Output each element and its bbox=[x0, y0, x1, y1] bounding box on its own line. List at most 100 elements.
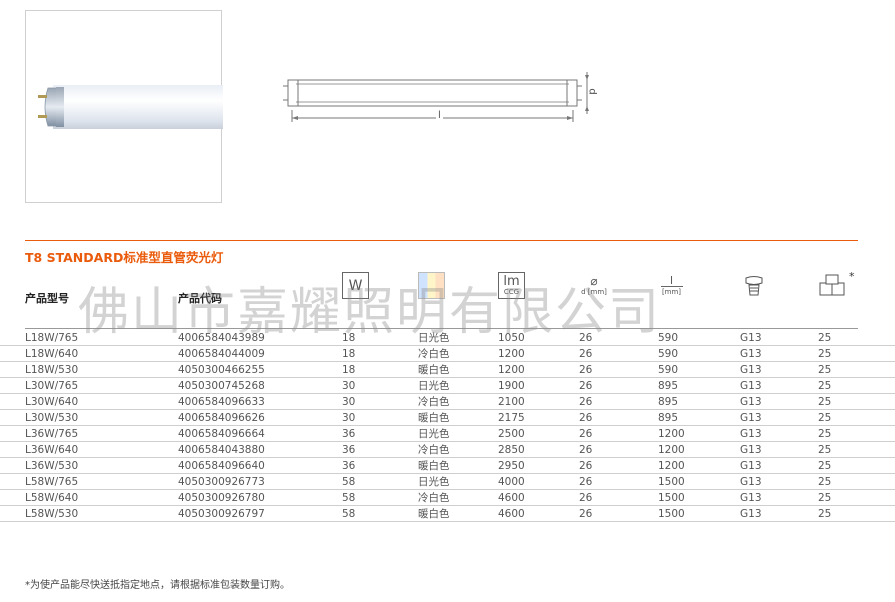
cell-watt: 18 bbox=[342, 364, 356, 376]
cell-lumen: 2950 bbox=[498, 460, 525, 472]
cell-pack: 25 bbox=[818, 444, 832, 456]
cell-d: 26 bbox=[579, 364, 593, 376]
header-rule bbox=[25, 328, 858, 329]
cell-code: 4006584096640 bbox=[178, 460, 265, 472]
cell-base: G13 bbox=[740, 364, 762, 376]
cell-base: G13 bbox=[740, 428, 762, 440]
cell-l: 1200 bbox=[658, 444, 685, 456]
cell-pack: 25 bbox=[818, 492, 832, 504]
table-row: L58W/765 4050300926773 58 日光色 4000 26 1500 G13 2… bbox=[0, 474, 895, 490]
length-icon: l [mm] bbox=[658, 272, 685, 299]
table-row: L36W/530 4006584096640 36 暖白色 2950 26 1200 G13 2… bbox=[0, 458, 895, 474]
cell-pack: 25 bbox=[818, 460, 832, 472]
cell-code: 4050300466255 bbox=[178, 364, 265, 376]
cell-model: L18W/765 bbox=[25, 332, 79, 344]
cell-code: 4006584096626 bbox=[178, 412, 265, 424]
diameter-icon: ⌀ d [mm] bbox=[579, 272, 609, 299]
cell-code: 4006584096664 bbox=[178, 428, 265, 440]
base-icon bbox=[740, 272, 767, 299]
cell-code: 4006584043989 bbox=[178, 332, 265, 344]
cell-pack: 25 bbox=[818, 396, 832, 408]
cell-model: L36W/530 bbox=[25, 460, 79, 472]
cell-d: 26 bbox=[579, 396, 593, 408]
package-icon bbox=[818, 272, 845, 299]
cell-d: 26 bbox=[579, 332, 593, 344]
product-photo bbox=[25, 10, 223, 203]
table-row: L18W/530 4050300466255 18 暖白色 1200 26 590 G13 25 bbox=[0, 362, 895, 378]
cell-color: 日光色 bbox=[418, 332, 450, 344]
cell-watt: 36 bbox=[342, 444, 356, 456]
cell-color: 暖白色 bbox=[418, 364, 450, 376]
cell-d: 26 bbox=[579, 444, 593, 456]
cell-d: 26 bbox=[579, 476, 593, 488]
cell-d: 26 bbox=[579, 492, 593, 504]
cell-model: L18W/640 bbox=[25, 348, 79, 360]
cell-lumen: 1900 bbox=[498, 380, 525, 392]
cell-model: L18W/530 bbox=[25, 364, 79, 376]
header-model: 产品型号 bbox=[25, 292, 69, 305]
cell-l: 1200 bbox=[658, 428, 685, 440]
cell-code: 4006584096633 bbox=[178, 396, 265, 408]
cell-base: G13 bbox=[740, 396, 762, 408]
length-symbol: l bbox=[660, 275, 683, 287]
package-footnote-mark: * bbox=[849, 270, 855, 283]
cell-watt: 30 bbox=[342, 380, 356, 392]
table-row: L36W/765 4006584096664 36 日光色 2500 26 1200 G13 2… bbox=[0, 426, 895, 442]
cell-model: L36W/640 bbox=[25, 444, 79, 456]
cell-base: G13 bbox=[740, 492, 762, 504]
cell-watt: 30 bbox=[342, 396, 356, 408]
cell-l: 1500 bbox=[658, 508, 685, 520]
table-row: L58W/530 4050300926797 58 暖白色 4600 26 1500 G13 2… bbox=[0, 506, 895, 522]
cell-l: 590 bbox=[658, 364, 679, 376]
cell-model: L58W/530 bbox=[25, 508, 79, 520]
cell-base: G13 bbox=[740, 332, 762, 344]
table-row: L36W/640 4006584043880 36 冷白色 2850 26 1200 G13 2… bbox=[0, 442, 895, 458]
cell-watt: 36 bbox=[342, 428, 356, 440]
cell-lumen: 2175 bbox=[498, 412, 525, 424]
cell-color: 暖白色 bbox=[418, 412, 450, 424]
cell-l: 895 bbox=[658, 380, 679, 392]
table-row: L30W/640 4006584096633 30 冷白色 2100 26 895 G13 25 bbox=[0, 394, 895, 410]
cell-pack: 25 bbox=[818, 364, 832, 376]
cell-lumen: 1200 bbox=[498, 364, 525, 376]
table-row: L58W/640 4050300926780 58 冷白色 4600 26 1500 G13 2… bbox=[0, 490, 895, 506]
cell-code: 4050300926797 bbox=[178, 508, 265, 520]
cell-model: L58W/640 bbox=[25, 492, 79, 504]
cell-d: 26 bbox=[579, 348, 593, 360]
cell-code: 4050300745268 bbox=[178, 380, 265, 392]
table-row: L18W/640 4006584044009 18 冷白色 1200 26 590 G13 25 bbox=[0, 346, 895, 362]
cell-d: 26 bbox=[579, 508, 593, 520]
cell-code: 4006584044009 bbox=[178, 348, 265, 360]
cell-model: L30W/765 bbox=[25, 380, 79, 392]
cell-color: 冷白色 bbox=[418, 348, 450, 360]
diameter-sub: d [mm] bbox=[581, 288, 607, 296]
cell-pack: 25 bbox=[818, 476, 832, 488]
cell-base: G13 bbox=[740, 348, 762, 360]
title-rule bbox=[25, 240, 858, 241]
cell-watt: 30 bbox=[342, 412, 356, 424]
watt-symbol: W bbox=[348, 277, 363, 294]
cell-pack: 25 bbox=[818, 412, 832, 424]
cell-l: 895 bbox=[658, 396, 679, 408]
page-title: T8 STANDARD标准型直管荧光灯 bbox=[25, 250, 224, 265]
cell-model: L58W/765 bbox=[25, 476, 79, 488]
footnote: *为使产品能尽快送抵指定地点，请根据标准包装数量订购。 bbox=[25, 580, 290, 591]
dimension-diagram: l d bbox=[282, 70, 602, 134]
lumen-symbol: lm bbox=[503, 274, 520, 289]
cell-code: 4006584043880 bbox=[178, 444, 265, 456]
cell-pack: 25 bbox=[818, 380, 832, 392]
cell-color: 冷白色 bbox=[418, 444, 450, 456]
cell-lumen: 4600 bbox=[498, 492, 525, 504]
cell-color: 日光色 bbox=[418, 476, 450, 488]
cell-color: 日光色 bbox=[418, 380, 450, 392]
cell-l: 1200 bbox=[658, 460, 685, 472]
table-row: L30W/530 4006584096626 30 暖白色 2175 26 895 G13 25 bbox=[0, 410, 895, 426]
cell-lumen: 1200 bbox=[498, 348, 525, 360]
table-row: L30W/765 4050300745268 30 日光色 1900 26 895 G13 25 bbox=[0, 378, 895, 394]
dim-length-label: l bbox=[436, 110, 443, 121]
cell-watt: 58 bbox=[342, 476, 356, 488]
cell-model: L30W/640 bbox=[25, 396, 79, 408]
cell-lumen: 1050 bbox=[498, 332, 525, 344]
cell-base: G13 bbox=[740, 412, 762, 424]
length-sub: [mm] bbox=[661, 288, 682, 296]
